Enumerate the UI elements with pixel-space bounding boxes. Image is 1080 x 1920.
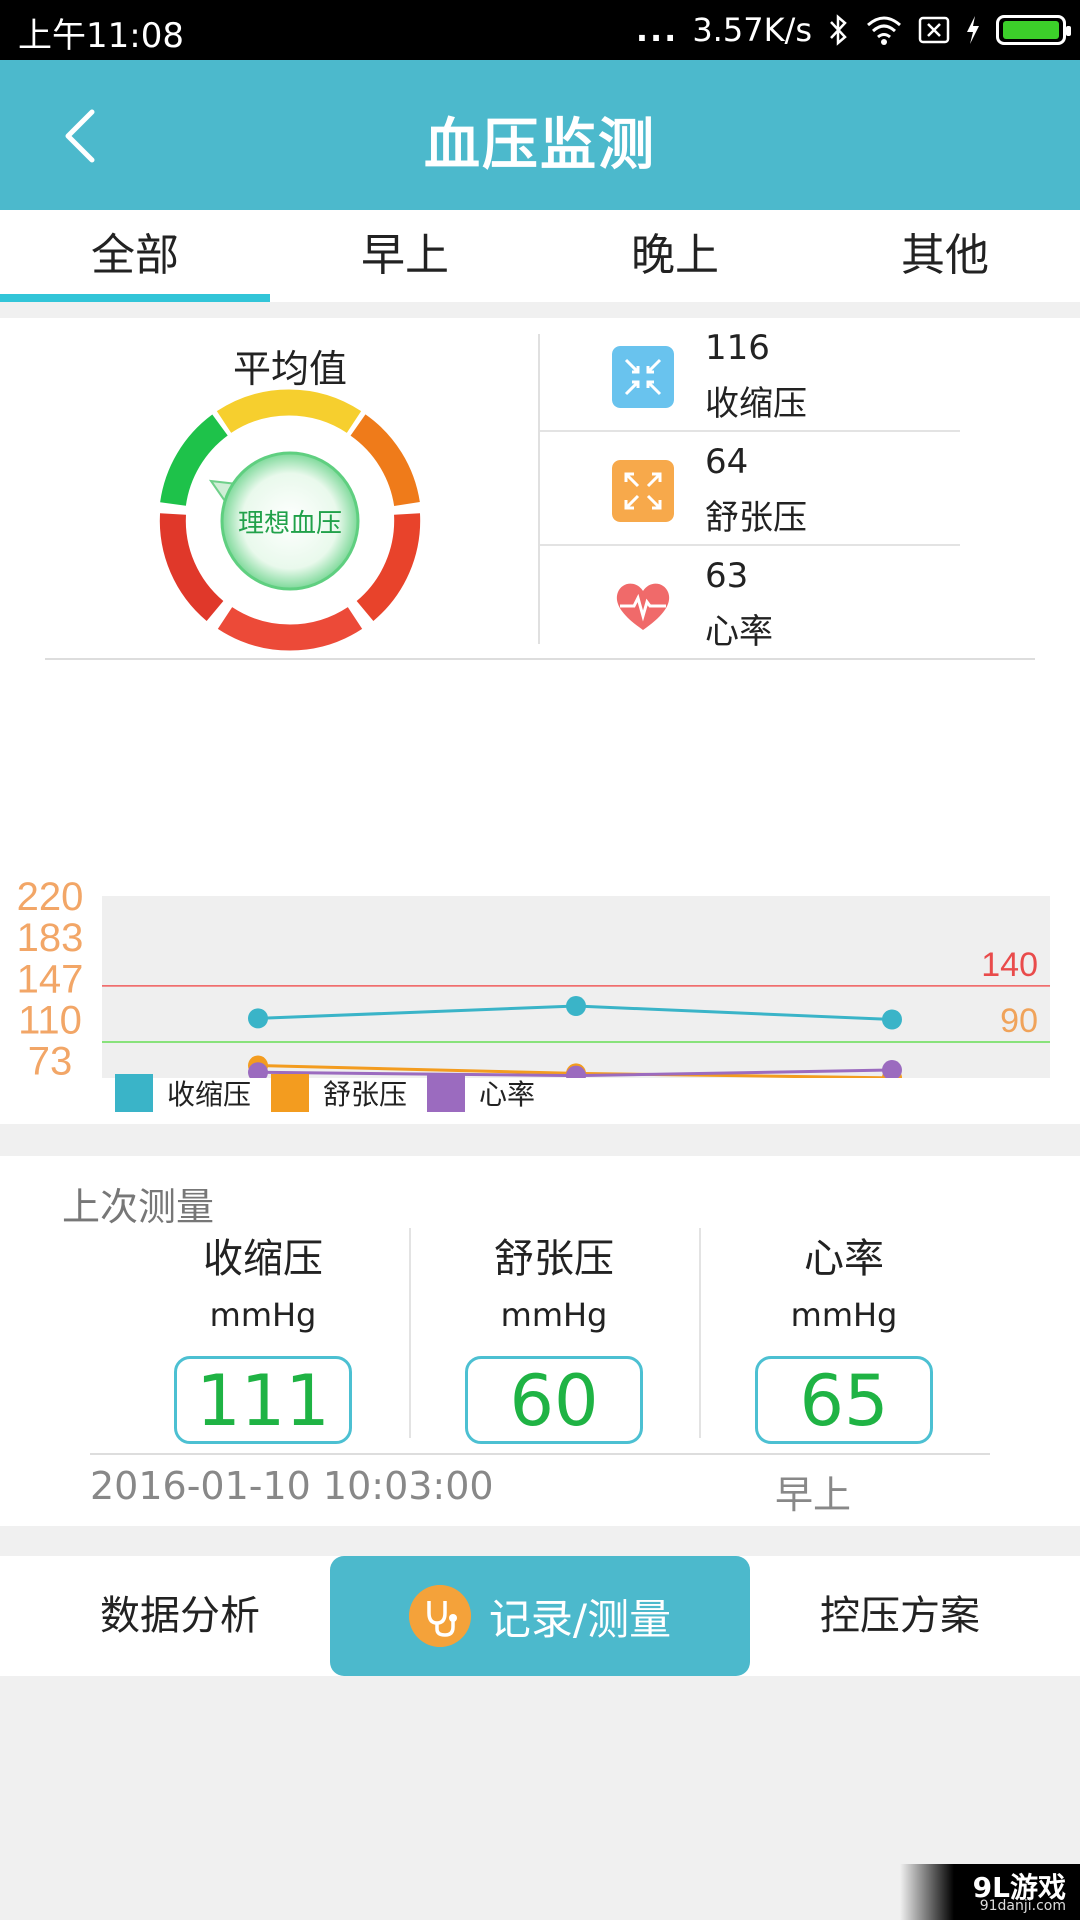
last-systolic: 收缩压 mmHg 111	[118, 1226, 408, 1444]
systolic-average-value: 116	[705, 328, 770, 368]
status-icons: ... 3.57K/s	[635, 8, 1071, 52]
last-systolic-name: 收缩压	[203, 1236, 323, 1282]
tab-all[interactable]: 全部	[0, 210, 270, 302]
data-point	[882, 1009, 902, 1030]
tab-evening[interactable]: 晚上	[540, 210, 810, 302]
last-heart-rate-value: 65	[755, 1356, 933, 1444]
bp-plan-button[interactable]: 控压方案	[780, 1556, 1020, 1676]
last-diastolic: 舒张压 mmHg 60	[409, 1226, 699, 1444]
legend-swatch-systolic	[115, 1074, 153, 1112]
battery-icon	[996, 15, 1071, 45]
last-measurement-card: 上次测量 收缩压 mmHg 111 舒张压 mmHg 60 心率 mmHg 65…	[0, 1156, 1080, 1526]
legend-swatch-diastolic	[271, 1074, 310, 1112]
diastolic-average-label: 舒张压	[705, 498, 807, 538]
diastolic-average: 64 舒张压	[540, 432, 960, 546]
network-speed: 3.57K/s	[692, 11, 812, 49]
legend-label-systolic: 收缩压	[167, 1078, 252, 1111]
last-heart-rate-name: 心率	[804, 1236, 884, 1282]
no-sim-icon	[918, 16, 950, 44]
data-point	[566, 996, 586, 1017]
charging-icon	[967, 16, 979, 44]
diastolic-average-value: 64	[705, 442, 749, 482]
last-systolic-unit: mmHg	[209, 1296, 317, 1334]
systolic-average: 116 收缩压	[540, 318, 960, 432]
reference-line-label: 140	[981, 946, 1038, 984]
data-point	[248, 1008, 268, 1029]
legend-label-heart-rate: 心率	[479, 1078, 536, 1111]
y-tick-label: 220	[17, 875, 84, 919]
app-bar: 血压监测	[0, 60, 1080, 210]
tab-morning[interactable]: 早上	[270, 210, 540, 302]
page-title: 血压监测	[424, 113, 656, 178]
record-measure-label: 记录/测量	[488, 1594, 672, 1644]
last-heart-rate: 心率 mmHg 65	[699, 1226, 989, 1444]
stethoscope-icon	[408, 1585, 471, 1647]
summary-card: 平均值 理想血压 116 收缩压 64 舒张压 63 心率 220 183 14…	[0, 318, 1080, 1124]
status-time: 上午11:08	[18, 16, 184, 56]
y-tick-label: 147	[17, 957, 84, 1001]
y-tick-label: 73	[28, 1040, 73, 1078]
last-measurement-divider	[90, 1453, 990, 1455]
site-watermark: 9L游戏 91danji.com	[900, 1864, 1080, 1920]
y-tick-label: 183	[17, 916, 84, 960]
bottom-action-bar: 数据分析 记录/测量 控压方案	[0, 1556, 1080, 1676]
tab-other[interactable]: 其他	[810, 210, 1080, 302]
average-label: 平均值	[232, 347, 347, 391]
expand-arrows-icon	[612, 460, 674, 522]
heart-rate-average-label: 心率	[705, 612, 773, 652]
chart-plot-area	[102, 896, 1050, 1078]
bp-trend-chart: 220183147110733701409001-0101-1001-10	[17, 875, 1050, 1078]
heart-pulse-icon	[616, 583, 670, 630]
reference-line-label: 90	[1000, 1002, 1038, 1040]
legend-swatch-heart-rate	[427, 1074, 466, 1112]
status-bar: 上午11:08 ... 3.57K/s	[0, 0, 1080, 60]
chart-legend: 收缩压 舒张压 心率	[115, 1073, 535, 1113]
last-diastolic-name: 舒张压	[494, 1236, 614, 1282]
bluetooth-icon	[830, 14, 847, 46]
heart-rate-average-value: 63	[705, 556, 749, 596]
ring-center-text: 理想血压	[237, 509, 342, 539]
data-analysis-button[interactable]: 数据分析	[60, 1556, 300, 1676]
last-heart-rate-unit: mmHg	[790, 1296, 898, 1334]
compress-arrows-icon	[612, 346, 674, 408]
last-diastolic-unit: mmHg	[500, 1296, 608, 1334]
y-tick-label: 110	[18, 999, 82, 1043]
legend-label-diastolic: 舒张压	[323, 1078, 408, 1111]
watermark-site: 91danji.com	[979, 1898, 1066, 1914]
more-dots: ...	[635, 11, 679, 49]
period-tabs: 全部 早上 晚上 其他	[0, 210, 1080, 302]
last-measurement-label: 上次测量	[62, 1185, 215, 1229]
last-measurement-datetime: 2016-01-10 10:03:00	[90, 1464, 494, 1508]
systolic-average-label: 收缩压	[705, 384, 807, 424]
last-diastolic-value: 60	[465, 1356, 643, 1444]
last-systolic-value: 111	[174, 1356, 352, 1444]
record-measure-button[interactable]: 记录/测量	[330, 1556, 750, 1676]
last-measurement-period: 早上	[775, 1473, 852, 1517]
wifi-icon	[867, 16, 901, 45]
heart-rate-average: 63 心率	[540, 546, 960, 660]
